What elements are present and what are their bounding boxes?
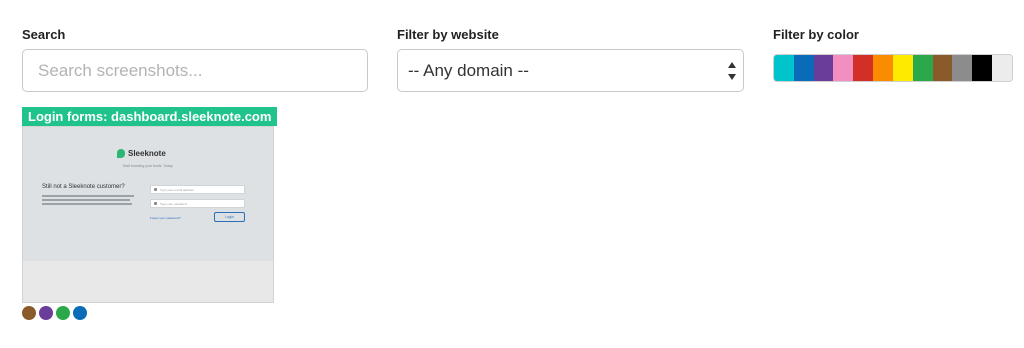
color-swatch-brown[interactable]	[932, 55, 953, 81]
thumbnail-text-line	[42, 195, 134, 197]
color-swatch-yellow[interactable]	[892, 55, 913, 81]
card-title[interactable]: Login forms: dashboard.sleeknote.com	[22, 107, 278, 126]
select-arrows-icon	[727, 62, 737, 80]
color-swatch-gray[interactable]	[952, 55, 973, 81]
color-swatch-black[interactable]	[972, 55, 993, 81]
thumbnail-text-line	[42, 203, 132, 205]
lock-icon	[154, 202, 157, 205]
thumbnail-password-placeholder: Type your password	[160, 201, 187, 206]
thumbnail-footer	[23, 261, 273, 302]
color-swatch-red[interactable]	[853, 55, 874, 81]
thumbnail-page: Sleeknote Start boosting your leads. Tod…	[23, 127, 273, 261]
thumbnail-forgot-link: Forgot your password?	[150, 216, 181, 220]
color-swatch-blue[interactable]	[793, 55, 814, 81]
thumbnail-logo: Sleeknote	[117, 149, 166, 158]
color-swatch-green[interactable]	[912, 55, 933, 81]
search-label: Search	[22, 27, 66, 42]
thumbnail-login-button: Login	[214, 212, 245, 222]
color-dot-brown[interactable]	[22, 306, 36, 320]
color-dot-purple[interactable]	[39, 306, 53, 320]
thumbnail-email-field: Type your e-mail address	[150, 185, 245, 194]
color-filter-label: Filter by color	[773, 27, 859, 42]
color-filter-swatches	[773, 54, 1013, 82]
color-swatch-white[interactable]	[992, 55, 1012, 81]
search-input[interactable]	[22, 49, 368, 92]
thumbnail-email-placeholder: Type your e-mail address	[160, 187, 194, 192]
thumbnail-password-field: Type your password	[150, 199, 245, 208]
website-filter-label: Filter by website	[397, 27, 499, 42]
email-icon	[154, 188, 157, 191]
color-dot-green[interactable]	[56, 306, 70, 320]
domain-select-value: -- Any domain --	[408, 60, 529, 80]
color-swatch-pink[interactable]	[833, 55, 854, 81]
thumbnail-logo-text: Sleeknote	[128, 149, 166, 158]
thumbnail-tagline: Start boosting your leads. Today.	[122, 164, 174, 168]
color-swatch-purple[interactable]	[813, 55, 834, 81]
screenshot-thumbnail[interactable]: Sleeknote Start boosting your leads. Tod…	[22, 126, 274, 303]
thumbnail-text-line	[42, 199, 130, 201]
thumbnail-heading: Still not a Sleeknote customer?	[42, 184, 125, 190]
color-swatch-cyan[interactable]	[774, 55, 794, 81]
domain-select[interactable]: -- Any domain --	[397, 49, 744, 92]
color-dot-blue[interactable]	[73, 306, 87, 320]
card-color-dots	[22, 306, 87, 320]
color-swatch-orange[interactable]	[873, 55, 893, 81]
sleeknote-logo-icon	[117, 149, 125, 158]
